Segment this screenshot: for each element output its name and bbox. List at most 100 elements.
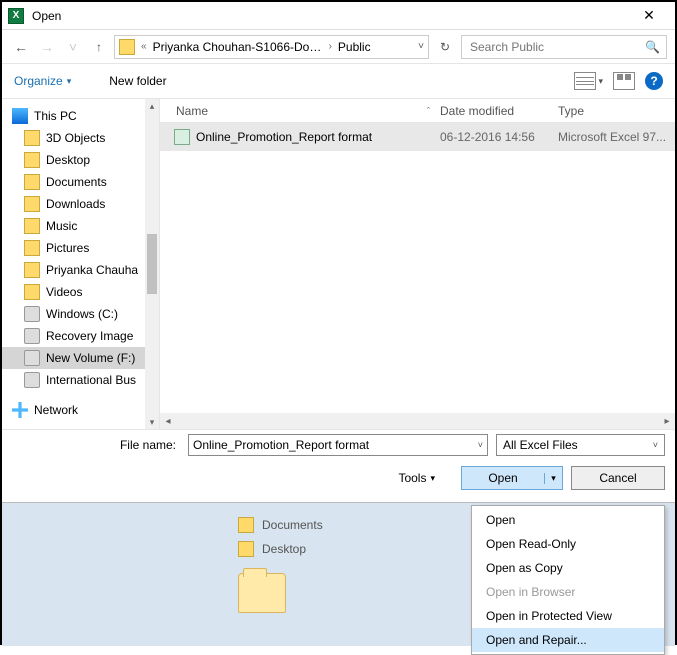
col-name[interactable]: Name [176, 104, 208, 118]
organize-label: Organize [14, 74, 63, 88]
address-bar[interactable]: « Priyanka Chouhan-S1066-Doc... › Public… [114, 35, 429, 59]
tree-item[interactable]: 3D Objects [2, 127, 159, 149]
filename-combobox[interactable]: Online_Promotion_Report format ˅ [188, 434, 488, 456]
col-date[interactable]: Date modified [440, 104, 558, 118]
tree-item[interactable]: Network [2, 399, 159, 421]
crumb-prefix: « [139, 41, 149, 52]
menu-open-readonly[interactable]: Open Read-Only [472, 532, 664, 556]
tools-label: Tools [398, 471, 426, 485]
folder-icon [24, 262, 40, 278]
excel-file-icon [174, 129, 190, 145]
search-input[interactable] [468, 39, 645, 55]
tree-item[interactable]: New Volume (F:) [2, 347, 159, 369]
action-row: Tools ▾ Open ▾ Cancel [2, 460, 675, 503]
file-row[interactable]: Online_Promotion_Report format 06-12-201… [160, 123, 675, 151]
view-details-button[interactable]: ▾ [574, 72, 603, 90]
tree-item-label: International Bus [46, 373, 136, 387]
chevron-right-icon: › [327, 41, 334, 52]
tree-item-label: 3D Objects [46, 131, 105, 145]
nav-tree: This PC 3D Objects Desktop Documents Downloa… [2, 99, 160, 429]
menu-open[interactable]: Open [472, 508, 664, 532]
tree-item-label: Documents [46, 175, 107, 189]
folder-icon [24, 218, 40, 234]
folder-icon [24, 152, 40, 168]
toolbar: Organize ▾ New folder ▾ ? [2, 64, 675, 98]
crumb-2[interactable]: Public [338, 40, 371, 54]
tree-item[interactable]: Windows (C:) [2, 303, 159, 325]
organize-button[interactable]: Organize ▾ [14, 74, 71, 88]
menu-open-repair[interactable]: Open and Repair... [472, 628, 664, 652]
tools-button[interactable]: Tools ▾ [398, 471, 435, 485]
file-area: Name ˆ Date modified Type Online_Promoti… [160, 99, 675, 429]
open-label: Open [462, 471, 544, 485]
tree-item-label: Network [34, 403, 78, 417]
tree-item[interactable]: Documents [2, 171, 159, 193]
tree-scrollbar[interactable]: ▴▾ [145, 99, 159, 429]
folder-icon [238, 541, 254, 557]
h-scrollbar[interactable]: ◂▸ [160, 413, 675, 429]
folder-icon [24, 130, 40, 146]
chevron-down-icon: ▾ [67, 76, 72, 87]
file-type: Microsoft Excel 97... [558, 130, 675, 144]
file-date: 06-12-2016 14:56 [440, 130, 558, 144]
folder-icon [119, 39, 135, 55]
menu-open-protected[interactable]: Open in Protected View [472, 604, 664, 628]
cancel-label: Cancel [599, 471, 636, 485]
folder-large-icon[interactable] [238, 573, 286, 613]
disk-icon [24, 306, 40, 322]
menu-open-browser[interactable]: Open in Browser [472, 580, 664, 604]
tree-item-label: Recovery Image [46, 329, 133, 343]
list-view-icon [574, 72, 596, 90]
disk-icon [24, 328, 40, 344]
col-type[interactable]: Type [558, 104, 675, 118]
pc-icon [12, 108, 28, 124]
folder-icon [238, 517, 254, 533]
tree-item[interactable]: Videos [2, 281, 159, 303]
sort-asc-icon: ˆ [427, 106, 430, 116]
tree-item[interactable]: International Bus [2, 369, 159, 391]
main-panel: This PC 3D Objects Desktop Documents Downloa… [2, 98, 675, 430]
net-icon [12, 402, 28, 418]
tree-item-label: This PC [34, 109, 77, 123]
search-icon: 🔍 [645, 40, 660, 54]
refresh-button[interactable]: ↻ [433, 35, 457, 59]
forward-button[interactable]: → [36, 36, 58, 58]
preview-pane-button[interactable] [613, 72, 635, 90]
close-button[interactable]: ✕ [629, 7, 669, 24]
tree-item-label: Videos [46, 285, 82, 299]
disk-icon [24, 372, 40, 388]
address-dropdown[interactable]: ˅ [418, 41, 424, 52]
cancel-button[interactable]: Cancel [571, 466, 665, 490]
tree-item-label: Priyanka Chauha [46, 263, 138, 277]
tree-item[interactable]: Recovery Image [2, 325, 159, 347]
chevron-down-icon: ▾ [598, 76, 603, 87]
tree-item[interactable]: Downloads [2, 193, 159, 215]
filter-value: All Excel Files [503, 438, 578, 452]
titlebar: X Open ✕ [2, 2, 675, 30]
file-name: Online_Promotion_Report format [196, 130, 372, 144]
filename-value: Online_Promotion_Report format [193, 438, 369, 452]
folder-icon [24, 174, 40, 190]
open-split-button[interactable]: Open ▾ [461, 466, 563, 490]
tree-item[interactable]: Desktop [2, 149, 159, 171]
help-button[interactable]: ? [645, 72, 663, 90]
tree-item-label: Music [46, 219, 77, 233]
back-button[interactable]: ← [10, 36, 32, 58]
up-button[interactable]: ↑ [88, 36, 110, 58]
tree-item-label: Desktop [46, 153, 90, 167]
tree-item[interactable]: Priyanka Chauha [2, 259, 159, 281]
filetype-filter[interactable]: All Excel Files ˅ [496, 434, 665, 456]
crumb-1[interactable]: Priyanka Chouhan-S1066-Doc... [153, 40, 323, 54]
tree-item[interactable]: Music [2, 215, 159, 237]
open-menu: Open Open Read-Only Open as Copy Open in… [471, 505, 665, 655]
open-dropdown[interactable]: ▾ [544, 473, 562, 484]
window-title: Open [32, 9, 629, 23]
menu-open-copy[interactable]: Open as Copy [472, 556, 664, 580]
tree-item[interactable]: This PC [2, 105, 159, 127]
tree-item-label: Downloads [46, 197, 105, 211]
new-folder-button[interactable]: New folder [109, 74, 166, 88]
recent-dropdown[interactable]: ˅ [62, 36, 84, 58]
chevron-down-icon: ˅ [653, 440, 658, 450]
search-box[interactable]: 🔍 [461, 35, 667, 59]
tree-item[interactable]: Pictures [2, 237, 159, 259]
